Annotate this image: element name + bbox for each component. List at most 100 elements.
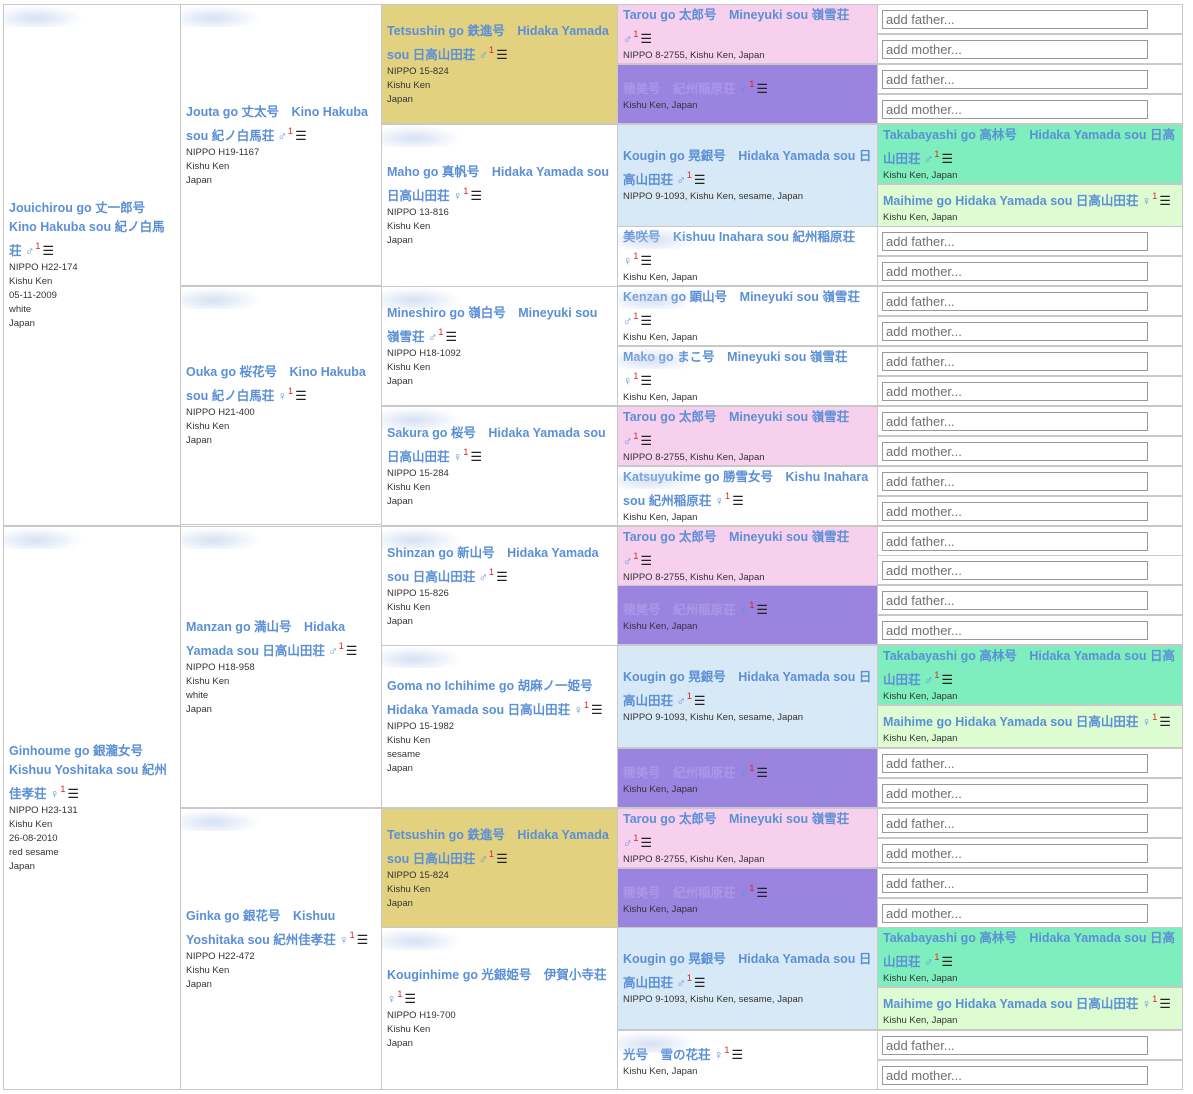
dog-name-link[interactable]: Katsuyukime go 勝雪女号 Kishu Inahara sou 紀州… [623,470,868,508]
menu-icon[interactable]: ☰ [470,449,482,464]
add-father-input[interactable] [882,532,1148,551]
dog-name-link[interactable]: Mineshiro go 嶺白号 Mineyuki sou 嶺雪荘 [387,306,597,344]
menu-icon[interactable]: ☰ [346,643,358,658]
menu-icon[interactable]: ☰ [42,243,54,258]
menu-icon[interactable]: ☰ [640,433,652,448]
dog-name-link[interactable]: Manzan go 満山号 Hidaka Yamada sou 日高山田荘 [186,620,345,658]
dog-name-link[interactable]: Maihime go Hidaka Yamada sou 日高山田荘 [883,997,1142,1011]
generation-superscript: 1 [288,125,294,136]
menu-icon[interactable]: ☰ [496,569,508,584]
menu-icon[interactable]: ☰ [941,151,953,166]
menu-icon[interactable]: ☰ [1159,714,1171,729]
menu-icon[interactable]: ☰ [732,493,744,508]
dog-name-link[interactable]: Kougin go 晃銀号 Hidaka Yamada sou 日高山田荘 [623,149,871,187]
menu-icon[interactable]: ☰ [941,954,953,969]
add-father-input[interactable] [882,70,1148,89]
add-father-input[interactable] [882,754,1148,773]
add-mother-input[interactable] [882,1066,1148,1085]
add-mother-input[interactable] [882,382,1148,401]
add-mother-input[interactable] [882,322,1148,341]
dog-name-link[interactable]: 美咲号 Kishuu Inahara sou 紀州稲原荘 [623,230,855,244]
add-father-input[interactable] [882,472,1148,491]
add-mother-input[interactable] [882,40,1148,59]
dog-name-link[interactable]: 光号 雪の花荘 [623,1048,714,1062]
menu-icon[interactable]: ☰ [756,602,768,617]
menu-icon[interactable]: ☰ [1159,996,1171,1011]
menu-icon[interactable]: ☰ [496,47,508,62]
menu-icon[interactable]: ☰ [445,329,457,344]
dog-name-link[interactable]: 穂美号 紀州稲原荘 [623,603,739,617]
pedigree-cell-gen2-2: Manzan go 満山号 Hidaka Yamada sou 日高山田荘 ♂1… [180,526,382,808]
add-mother-input[interactable] [882,502,1148,521]
menu-icon[interactable]: ☰ [470,188,482,203]
menu-icon[interactable]: ☰ [295,388,307,403]
dog-name-link[interactable]: 穂美号 紀州稲原荘 [623,766,739,780]
dog-name-link[interactable]: Shinzan go 新山号 Hidaka Yamada sou 日高山田荘 [387,546,599,584]
menu-icon[interactable]: ☰ [404,991,416,1006]
dog-name-link[interactable]: Kougin go 晃銀号 Hidaka Yamada sou 日高山田荘 [623,670,871,708]
dog-name-link[interactable]: Goma no Ichihime go 胡麻ノ一姫号 Hidaka Yamada… [387,679,605,717]
add-father-input[interactable] [882,874,1148,893]
menu-icon[interactable]: ☰ [694,693,706,708]
dog-name-link[interactable]: Mako go まこ号 Mineyuki sou 嶺雪荘 [623,350,847,364]
dog-name-link[interactable]: Kougin go 晃銀号 Hidaka Yamada sou 日高山田荘 [623,952,871,990]
dog-name-link[interactable]: 穂美号 紀州稲原荘 [623,886,739,900]
menu-icon[interactable]: ☰ [1159,193,1171,208]
dog-name-link[interactable]: 穂美号 紀州稲原荘 [623,82,739,96]
add-mother-input[interactable] [882,844,1148,863]
menu-icon[interactable]: ☰ [640,253,652,268]
menu-icon[interactable]: ☰ [591,702,603,717]
menu-icon[interactable]: ☰ [640,313,652,328]
dog-detail-line: NIPPO 15-824 [387,869,449,881]
dog-name-link[interactable]: Sakura go 桜号 Hidaka Yamada sou 日高山田荘 [387,426,606,464]
menu-icon[interactable]: ☰ [640,553,652,568]
dog-name-link[interactable]: Tarou go 太郎号 Mineyuki sou 嶺雪荘 [623,410,849,424]
dog-name-link[interactable]: Maihime go Hidaka Yamada sou 日高山田荘 [883,715,1142,729]
add-mother-input[interactable] [882,621,1148,640]
menu-icon[interactable]: ☰ [756,81,768,96]
dog-name-link[interactable]: Kenzan go 顕山号 Mineyuki sou 嶺雪荘 [623,290,860,304]
menu-icon[interactable]: ☰ [694,172,706,187]
menu-icon[interactable]: ☰ [496,851,508,866]
menu-icon[interactable]: ☰ [694,975,706,990]
dog-name-link[interactable]: Tarou go 太郎号 Mineyuki sou 嶺雪荘 [623,8,849,22]
add-mother-input[interactable] [882,100,1148,119]
dog-name-link[interactable]: Ginhoume go 銀瀧女号 Kishuu Yoshitaka sou 紀州… [9,744,167,801]
generation-superscript: 1 [60,784,66,794]
dog-name-link[interactable]: Kouginhime go 光銀姫号 伊賀小寺荘 [387,968,606,982]
menu-icon[interactable]: ☰ [640,835,652,850]
dog-name-link[interactable]: Ouka go 桜花号 Kino Hakuba sou 紀ノ白馬荘 [186,365,366,403]
add-father-input[interactable] [882,1036,1148,1055]
add-mother-input[interactable] [882,784,1148,803]
menu-icon[interactable]: ☰ [67,786,79,801]
pedigree-cell-gen4-2: Kougin go 晃銀号 Hidaka Yamada sou 日高山田荘 ♂1… [617,124,878,227]
dog-name-link[interactable]: Tarou go 太郎号 Mineyuki sou 嶺雪荘 [623,530,849,544]
menu-icon[interactable]: ☰ [640,31,652,46]
add-father-input[interactable] [882,591,1148,610]
generation-superscript: 1 [686,973,692,983]
add-mother-input[interactable] [882,561,1148,580]
add-mother-input[interactable] [882,904,1148,923]
add-mother-input[interactable] [882,442,1148,461]
menu-icon[interactable]: ☰ [640,373,652,388]
menu-icon[interactable]: ☰ [295,128,307,143]
add-father-input[interactable] [882,232,1148,251]
dog-detail-line: Kishu Ken [9,276,53,287]
dog-name-link[interactable]: Maihime go Hidaka Yamada sou 日高山田荘 [883,194,1142,208]
menu-icon[interactable]: ☰ [756,765,768,780]
add-father-input[interactable] [882,352,1148,371]
add-father-input[interactable] [882,814,1148,833]
add-father-input[interactable] [882,10,1148,29]
dog-name-link[interactable]: Ginka go 銀花号 Kishuu Yoshitaka sou 紀州佳孝荘 [186,909,339,947]
dog-detail-line: Kishu Ken, Japan [883,211,958,223]
add-father-input[interactable] [882,412,1148,431]
add-mother-input[interactable] [882,262,1148,281]
menu-icon[interactable]: ☰ [941,672,953,687]
menu-icon[interactable]: ☰ [731,1047,743,1062]
dog-name-link[interactable]: Tarou go 太郎号 Mineyuki sou 嶺雪荘 [623,812,849,826]
add-father-input[interactable] [882,292,1148,311]
dog-detail-line: Kishu Ken, Japan [623,621,698,632]
dog-name-link[interactable]: Maho go 真帆号 Hidaka Yamada sou 日高山田荘 [387,165,609,203]
menu-icon[interactable]: ☰ [357,932,369,947]
menu-icon[interactable]: ☰ [756,885,768,900]
